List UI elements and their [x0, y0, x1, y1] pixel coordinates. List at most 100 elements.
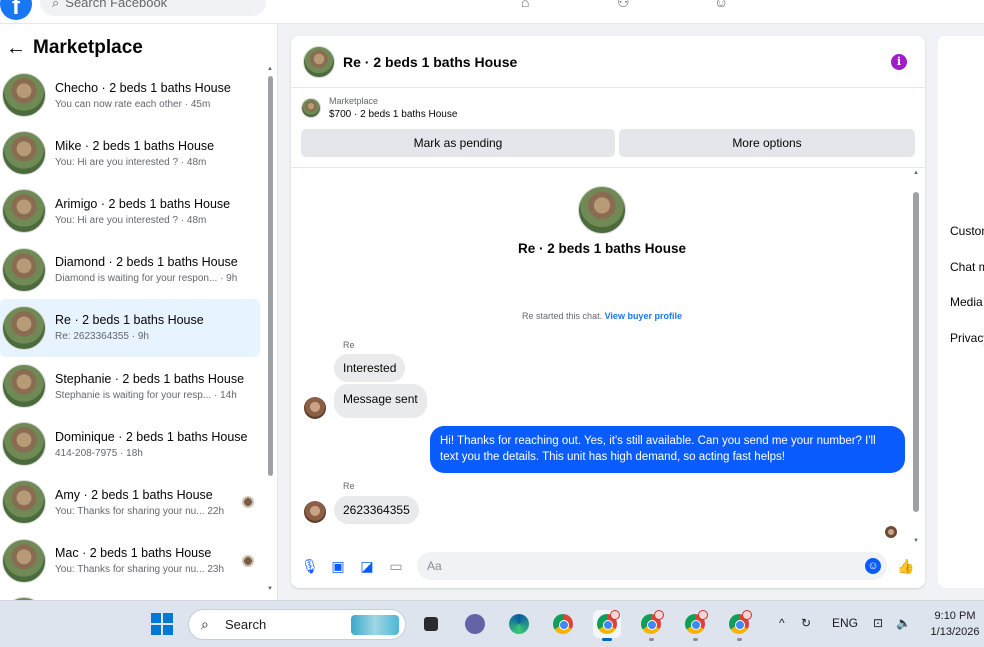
system-clock[interactable]: 9:10 PM 1/13/2026	[926, 608, 984, 640]
facebook-search-input[interactable]: ⌕ Search Facebook	[40, 0, 266, 16]
sidebar-header: ← Marketplace	[6, 36, 143, 60]
chat-avatar[interactable]	[303, 45, 335, 78]
search-icon: ⌕	[52, 0, 60, 10]
view-buyer-profile-link[interactable]: View buyer profile	[605, 311, 682, 321]
listing-avatar	[2, 422, 46, 467]
conversation-preview: Re: 2623364355 · 9h	[55, 331, 149, 343]
language-indicator[interactable]: ENG	[832, 616, 858, 630]
conversation-name: Stephanie · 2 beds 1 baths House	[55, 371, 245, 386]
mark-as-pending-button[interactable]: Mark as pending	[301, 129, 615, 157]
chrome-icon[interactable]	[549, 610, 577, 638]
chat-title[interactable]: Re · 2 beds 1 baths House	[343, 54, 517, 70]
conversation-item[interactable]	[0, 590, 264, 600]
conversation-name: Diamond · 2 beds 1 baths House	[55, 255, 238, 270]
sync-icon[interactable]: ↻	[801, 616, 811, 630]
message-input[interactable]: Aa ☺	[417, 552, 887, 580]
more-options-button[interactable]: More options	[619, 129, 915, 157]
conversation-preview: Diamond is waiting for your respon... · …	[55, 273, 238, 285]
conversation-preview: You: Thanks for sharing your nu... 22h	[55, 505, 224, 517]
privacy-support-item[interactable]: Privacy	[950, 331, 984, 345]
scroll-down-icon[interactable]: ▼	[267, 586, 273, 592]
conversation-name: Re · 2 beds 1 baths House	[55, 313, 204, 328]
sticker-icon[interactable]: ◪	[359, 558, 375, 574]
chrome-profile-icon[interactable]	[681, 610, 709, 641]
conversation-item[interactable]: Stephanie · 2 beds 1 baths House Stephani…	[0, 357, 264, 415]
like-icon[interactable]: 👍	[897, 558, 914, 574]
edge-icon[interactable]	[505, 610, 533, 638]
read-receipt-avatar	[242, 554, 254, 567]
listing-avatar	[2, 538, 46, 583]
conversation-item-active[interactable]: Re · 2 beds 1 baths House Re: 2623364355 …	[0, 298, 260, 357]
scroll-up-icon[interactable]: ▲	[913, 170, 919, 176]
conversation-preview: You: Hi are you interested ? · 48m	[55, 214, 207, 226]
outgoing-message[interactable]: Hi! Thanks for reaching out. Yes, it's s…	[430, 426, 905, 473]
listing-summary[interactable]: Marketplace $700 · 2 beds 1 baths House	[301, 96, 457, 120]
conversation-name: Mike · 2 beds 1 baths House	[55, 138, 215, 153]
conversation-item[interactable]: Amy · 2 beds 1 baths House You: Thanks fo…	[0, 473, 264, 531]
chrome-profile-icon[interactable]	[725, 610, 753, 641]
scrollbar-thumb[interactable]	[268, 76, 273, 476]
clock-date: 1/13/2026	[930, 626, 980, 638]
incoming-message[interactable]: Message sent	[334, 384, 427, 418]
conversation-item[interactable]: Checho · 2 beds 1 baths House You can now…	[0, 66, 264, 124]
scroll-down-icon[interactable]: ▼	[913, 538, 919, 544]
message-composer: 🎙 ▣ ◪ ▭ Aa ☺ 👍	[291, 548, 925, 584]
sender-avatar[interactable]	[304, 501, 326, 523]
listing-label: Marketplace	[329, 96, 379, 106]
profile-badge	[742, 610, 752, 620]
facebook-logo-icon[interactable]: f	[0, 0, 32, 20]
task-view-icon[interactable]	[417, 610, 445, 638]
listing-thumbnail	[301, 98, 321, 118]
conversation-item[interactable]: Mac · 2 beds 1 baths House You: Thanks fo…	[0, 532, 264, 590]
conversation-item[interactable]: Arimigo · 2 beds 1 baths House You: Hi ar…	[0, 182, 264, 240]
scroll-up-icon[interactable]: ▲	[267, 66, 273, 72]
profile-icon[interactable]: ☺	[714, 0, 734, 10]
taskbar-search[interactable]: ⌕ Search	[188, 609, 406, 640]
listing-avatar	[2, 73, 46, 118]
sender-label: Re	[343, 340, 355, 350]
chat-panel: Re · 2 beds 1 baths House i Marketplace …	[291, 36, 925, 588]
image-icon[interactable]: ▣	[330, 558, 346, 574]
chevron-up-icon[interactable]: ^	[779, 616, 785, 630]
emoji-icon[interactable]: ☺	[865, 558, 881, 574]
gif-icon[interactable]: ▭	[388, 558, 404, 574]
listing-avatar	[2, 247, 46, 292]
conversation-preview: You: Hi are you interested ? · 48m	[55, 156, 207, 168]
incoming-message[interactable]: 2623364355	[334, 496, 419, 524]
info-icon[interactable]: i	[891, 54, 907, 70]
search-icon: ⌕	[201, 616, 209, 632]
back-arrow-icon[interactable]: ←	[6, 37, 28, 60]
scrollbar-thumb[interactable]	[913, 192, 919, 512]
conversation-name: Amy · 2 beds 1 baths House	[55, 487, 213, 502]
home-icon[interactable]: ⌂	[521, 0, 541, 10]
wifi-icon[interactable]: ⊡	[873, 616, 883, 630]
conversation-item[interactable]: Dominique · 2 beds 1 baths House 414-208-…	[0, 415, 264, 473]
marketplace-sidebar: ← Marketplace Checho · 2 beds 1 baths Ho…	[0, 24, 278, 600]
chrome-profile-icon-active[interactable]	[593, 610, 621, 641]
volume-icon[interactable]: 🔈	[896, 616, 911, 630]
chat-header: Re · 2 beds 1 baths House i	[291, 36, 925, 88]
conversation-item[interactable]: Mike · 2 beds 1 baths House You: Hi are y…	[0, 124, 264, 182]
search-highlight-image	[351, 615, 399, 635]
listing-price: $700 · 2 beds 1 baths House	[329, 109, 458, 120]
windows-start-icon[interactable]	[151, 613, 173, 635]
chat-members-item[interactable]: Chat m	[950, 260, 984, 274]
incoming-message[interactable]: Interested	[334, 354, 406, 382]
chat-info-panel: Custom Chat m Media Privacy	[938, 36, 984, 588]
sender-avatar[interactable]	[304, 397, 326, 419]
friends-icon[interactable]: ⚇	[617, 0, 637, 10]
chat-scrollbar[interactable]: ▲ ▼	[911, 170, 921, 544]
chat-started-note: Re started this chat. View buyer profile	[291, 311, 913, 321]
microphone-icon[interactable]: 🎙	[301, 558, 319, 574]
conversation-item[interactable]: Diamond · 2 beds 1 baths House Diamond is…	[0, 241, 264, 299]
conversation-preview: You: Thanks for sharing your nu... 23h	[55, 564, 224, 576]
facebook-topbar: f ⌕ Search Facebook ⌂ ⚇ ☺	[0, 0, 984, 24]
media-files-item[interactable]: Media	[950, 295, 983, 309]
message-input-placeholder: Aa	[427, 559, 442, 573]
customize-chat-item[interactable]: Custom	[950, 224, 984, 238]
sidebar-scrollbar[interactable]: ▲ ▼	[266, 66, 274, 592]
chrome-profile-icon[interactable]	[637, 610, 665, 641]
teams-icon[interactable]	[461, 610, 489, 638]
running-indicator	[737, 638, 742, 641]
started-text: Re started this chat.	[522, 311, 603, 321]
